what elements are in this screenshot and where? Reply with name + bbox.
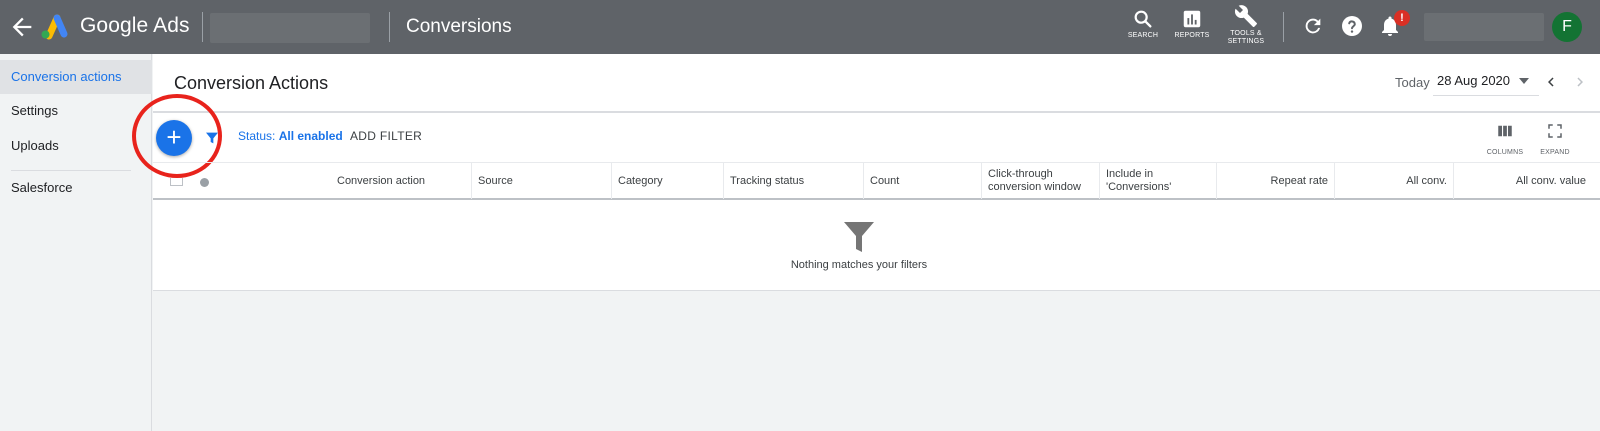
status-filter-chip[interactable]: Status: All enabled	[238, 129, 343, 143]
refresh-icon[interactable]	[1302, 15, 1324, 37]
column-header-all-conv-value[interactable]: All conv. value	[1453, 163, 1600, 199]
wrench-icon	[1234, 5, 1257, 27]
add-conversion-button[interactable]: +	[156, 120, 192, 156]
toolbar-divider	[153, 111, 1600, 113]
reports-icon	[1183, 10, 1201, 28]
column-header-all-conv[interactable]: All conv.	[1334, 163, 1453, 199]
column-header-category[interactable]: Category	[611, 163, 723, 199]
chevron-down-icon[interactable]	[1519, 78, 1529, 84]
expand-label: EXPAND	[1540, 149, 1570, 156]
chevron-right-icon[interactable]	[1571, 73, 1589, 91]
table-header: Conversion action Source Category Tracki…	[153, 162, 1600, 200]
divider	[202, 12, 203, 42]
column-header-conversion-action[interactable]: Conversion action	[217, 163, 465, 199]
columns-button[interactable]: COLUMNS	[1485, 122, 1525, 156]
select-all-checkbox[interactable]	[170, 178, 183, 186]
column-header-repeat-rate[interactable]: Repeat rate	[1216, 163, 1334, 199]
sidebar-item-salesforce[interactable]: Salesforce	[0, 171, 152, 205]
tools-label-line1: TOOLS &	[1230, 30, 1262, 37]
status-filter-value: All enabled	[278, 129, 343, 143]
page-heading: Conversions	[406, 16, 512, 37]
status-dot-icon	[200, 178, 209, 187]
empty-filter-icon	[844, 222, 874, 252]
column-header-tracking-status[interactable]: Tracking status	[723, 163, 863, 199]
help-icon[interactable]	[1340, 14, 1364, 38]
search-icon	[1134, 10, 1152, 28]
expand-button[interactable]: EXPAND	[1535, 122, 1575, 156]
add-filter-button[interactable]: ADD FILTER	[350, 129, 422, 143]
status-filter-label: Status:	[238, 129, 276, 143]
avatar[interactable]: F	[1552, 12, 1582, 42]
search-label: SEARCH	[1127, 32, 1159, 39]
column-header-click-through-window[interactable]: Click-through conversion window	[981, 163, 1099, 199]
back-arrow-icon[interactable]	[8, 13, 36, 41]
brand-name[interactable]: Google Ads	[80, 14, 190, 38]
tools-label-line2: SETTINGS	[1227, 38, 1265, 45]
expand-icon	[1548, 124, 1562, 138]
top-bar: Google Ads Conversions SEARCH REPORTS TO…	[0, 0, 1600, 54]
notification-badge: !	[1394, 10, 1410, 26]
columns-label: COLUMNS	[1486, 149, 1524, 156]
main-panel: Conversion Actions Today 28 Aug 2020 + S…	[132, 54, 1600, 291]
column-header-count[interactable]: Count	[863, 163, 981, 199]
divider	[1283, 12, 1284, 42]
filter-icon[interactable]	[204, 130, 220, 146]
account-selector[interactable]	[210, 13, 370, 43]
column-header-include-in-conversions[interactable]: Include in 'Conversions'	[1099, 163, 1216, 199]
sidebar-item-uploads[interactable]: Uploads	[0, 129, 152, 163]
google-ads-logo-icon[interactable]	[38, 12, 70, 40]
reports-label: REPORTS	[1174, 32, 1210, 39]
page-title: Conversion Actions	[174, 73, 329, 93]
user-account-info[interactable]	[1424, 13, 1544, 41]
date-range-label: Today	[1395, 75, 1430, 90]
chevron-left-icon[interactable]	[1542, 73, 1560, 91]
search-tool-button[interactable]: SEARCH	[1125, 8, 1161, 40]
empty-state-message: Nothing matches your filters	[790, 259, 928, 271]
columns-icon	[1498, 125, 1512, 137]
divider	[389, 12, 390, 42]
tools-settings-button[interactable]: TOOLS & SETTINGS	[1222, 4, 1270, 46]
sidebar-item-settings[interactable]: Settings	[0, 94, 152, 128]
sidebar: Conversion actions Settings Uploads Sale…	[0, 54, 152, 431]
reports-tool-button[interactable]: REPORTS	[1172, 8, 1212, 40]
column-header-source[interactable]: Source	[471, 163, 611, 199]
sidebar-item-conversion-actions[interactable]: Conversion actions	[0, 60, 152, 94]
